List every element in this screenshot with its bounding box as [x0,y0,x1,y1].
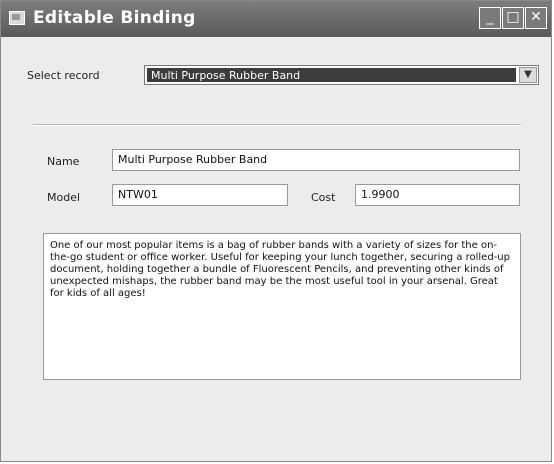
name-label: Name [47,155,80,168]
title-bar[interactable]: Editable Binding _ □ ✕ [1,1,551,37]
separator [33,124,521,126]
maximize-button[interactable]: □ [502,7,524,29]
app-icon [9,11,25,25]
chevron-down-icon[interactable]: ▼ [519,67,537,83]
model-label: Model [47,191,81,204]
selected-record-value: Multi Purpose Rubber Band [147,68,516,82]
description-textarea[interactable]: One of our most popular items is a bag o… [43,233,521,380]
window-title: Editable Binding [33,8,196,28]
close-button[interactable]: ✕ [525,7,547,29]
minimize-button[interactable]: _ [479,7,501,29]
cost-field[interactable]: 1.9900 [355,184,520,206]
name-field[interactable]: Multi Purpose Rubber Band [112,149,520,171]
record-select[interactable]: Multi Purpose Rubber Band ▼ [144,65,539,85]
model-field[interactable]: NTW01 [112,184,288,206]
select-record-label: Select record [27,69,100,82]
app-window: Editable Binding _ □ ✕ Select record Mul… [0,0,552,462]
cost-label: Cost [311,191,336,204]
